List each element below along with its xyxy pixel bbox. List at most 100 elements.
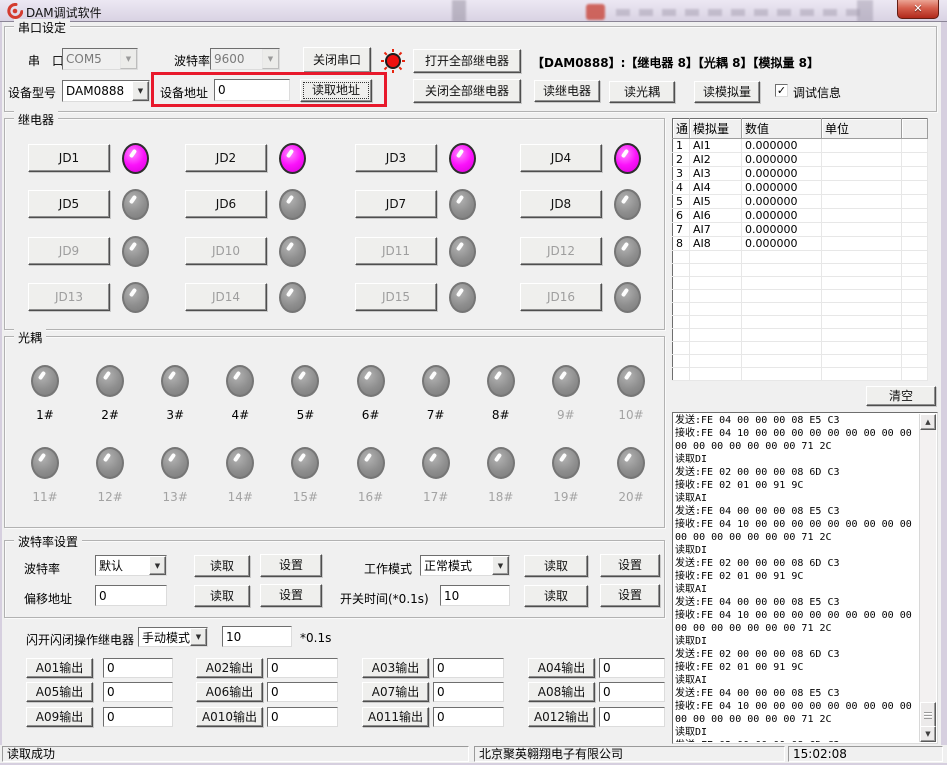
close-all-relays-button[interactable]: 关闭全部继电器 (413, 79, 521, 103)
col-header-value[interactable]: 数值 (742, 119, 822, 139)
ao3-output-button[interactable]: A03输出 (362, 658, 429, 678)
col-header-extra[interactable] (902, 119, 928, 139)
work-mode-select[interactable]: 正常模式 ▼ (420, 555, 510, 576)
table-row[interactable]: 7AI70.000000 (673, 223, 928, 237)
col-header-analog[interactable]: 模拟量 (690, 119, 742, 139)
device-model-select[interactable]: DAM0888 ▼ (62, 80, 150, 102)
read-relay-button[interactable]: 读继电器 (534, 80, 600, 102)
scroll-up-button[interactable]: ▲ (920, 414, 936, 430)
close-button[interactable]: ✕ (897, 0, 939, 19)
chevron-down-icon: ▼ (132, 81, 149, 101)
col-header-channel[interactable]: 通 (673, 119, 690, 139)
switch-time-read-button[interactable]: 读取 (524, 585, 588, 607)
ao1-output-button[interactable]: A01输出 (26, 658, 93, 678)
clear-log-button[interactable]: 清空 (866, 386, 936, 406)
ao8-output-input[interactable] (599, 682, 665, 702)
relay-cell: JD13 (28, 282, 149, 314)
ao4-output-button[interactable]: A04输出 (528, 658, 595, 678)
col-header-unit[interactable]: 单位 (822, 119, 902, 139)
baud-select[interactable]: 9600 ▼ (210, 48, 280, 70)
opto-cell: 1# (24, 365, 66, 422)
chevron-down-icon: ▼ (492, 556, 509, 575)
opto-led (422, 447, 450, 479)
ao10-output-input[interactable] (267, 707, 338, 727)
ao5-output-button[interactable]: A05输出 (26, 682, 93, 702)
table-row-empty (673, 355, 928, 368)
read-opto-button[interactable]: 读光耦 (609, 81, 675, 103)
baud-value: 9600 (211, 51, 262, 67)
table-row[interactable]: 8AI80.000000 (673, 237, 928, 251)
table-row[interactable]: 2AI20.000000 (673, 153, 928, 167)
ao11-output-button[interactable]: A011输出 (362, 707, 429, 727)
flash-time-input[interactable] (222, 626, 292, 647)
table-row[interactable]: 4AI40.000000 (673, 181, 928, 195)
relay-button-jd7[interactable]: JD7 (355, 190, 437, 218)
relay-button-jd8[interactable]: JD8 (520, 190, 602, 218)
flash-mode-select[interactable]: 手动模式 ▼ (138, 627, 208, 647)
ao10-output-button[interactable]: A010输出 (196, 707, 263, 727)
opto-led (291, 447, 319, 479)
relay-button-jd3[interactable]: JD3 (355, 144, 437, 172)
device-model-value: DAM0888 (63, 83, 132, 99)
work-mode-set-button[interactable]: 设置 (600, 554, 660, 577)
device-info-label: 【DAM0888】:【继电器 8】【光耦 8】【模拟量 8】 (532, 54, 819, 71)
table-header-row: 通 模拟量 数值 单位 (673, 119, 928, 139)
table-row[interactable]: 5AI50.000000 (673, 195, 928, 209)
opto-led (96, 447, 124, 479)
relay-button-jd5[interactable]: JD5 (28, 190, 110, 218)
serial-port-select[interactable]: COM5 ▼ (62, 48, 138, 70)
offset-set-button[interactable]: 设置 (260, 584, 322, 607)
opto-label: 3# (166, 408, 184, 422)
baud-setting-select[interactable]: 默认 ▼ (95, 555, 167, 576)
log-scrollbar[interactable]: ▲ ▼ (919, 414, 936, 742)
offset-address-input[interactable] (95, 585, 167, 606)
debug-info-checkbox[interactable]: ✓ (775, 84, 788, 97)
ao8-output-button[interactable]: A08输出 (528, 682, 595, 702)
ao12-output-button[interactable]: A012输出 (528, 707, 595, 727)
scroll-down-button[interactable]: ▼ (920, 726, 936, 742)
ao9-output-input[interactable] (103, 707, 173, 727)
serial-open-indicator-icon (380, 48, 406, 74)
offset-read-button[interactable]: 读取 (194, 585, 250, 607)
read-analog-button[interactable]: 读模拟量 (694, 81, 760, 103)
ao6-output-input[interactable] (267, 682, 338, 702)
ao7-output-input[interactable] (433, 682, 504, 702)
relay-cell: JD14 (185, 282, 306, 314)
relay-led (122, 282, 149, 313)
ao1-output-input[interactable] (103, 658, 173, 678)
baud-set-button[interactable]: 设置 (260, 554, 322, 577)
ao2-output-input[interactable] (267, 658, 338, 678)
ao12-output-input[interactable] (599, 707, 665, 727)
debug-log-box: 发送:FE 04 00 00 00 08 E5 C3 接收:FE 04 10 0… (672, 412, 938, 744)
relay-button-jd4[interactable]: JD4 (520, 144, 602, 172)
baud-read-button[interactable]: 读取 (194, 555, 250, 577)
relay-button-jd6[interactable]: JD6 (185, 190, 267, 218)
opto-led (487, 365, 515, 397)
ao11-output-input[interactable] (433, 707, 504, 727)
chevron-down-icon: ▼ (190, 628, 207, 646)
table-row[interactable]: 6AI60.000000 (673, 209, 928, 223)
close-serial-button[interactable]: 关闭串口 (303, 47, 371, 73)
relay-button-jd2[interactable]: JD2 (185, 144, 267, 172)
relay-button-jd1[interactable]: JD1 (28, 144, 110, 172)
device-address-input[interactable] (214, 79, 290, 101)
ao7-output-button[interactable]: A07输出 (362, 682, 429, 702)
ghost-artifact (452, 0, 466, 22)
chevron-down-icon: ▼ (120, 49, 137, 69)
table-row[interactable]: 3AI30.000000 (673, 167, 928, 181)
ao2-output-button[interactable]: A02输出 (196, 658, 263, 678)
ao4-output-input[interactable] (599, 658, 665, 678)
ao3-output-input[interactable] (433, 658, 504, 678)
work-mode-read-button[interactable]: 读取 (524, 555, 588, 577)
serial-group-title: 串口设定 (14, 19, 70, 36)
opto-led (617, 447, 645, 479)
switch-time-set-button[interactable]: 设置 (600, 584, 660, 607)
read-address-button[interactable]: 读取地址 (300, 79, 372, 102)
ao9-output-button[interactable]: A09输出 (26, 707, 93, 727)
ao6-output-button[interactable]: A06输出 (196, 682, 263, 702)
ao5-output-input[interactable] (103, 682, 173, 702)
switch-time-input[interactable] (440, 585, 510, 606)
scrollbar-thumb[interactable] (920, 702, 936, 728)
open-all-relays-button[interactable]: 打开全部继电器 (413, 49, 521, 73)
table-row[interactable]: 1AI10.000000 (673, 139, 928, 153)
